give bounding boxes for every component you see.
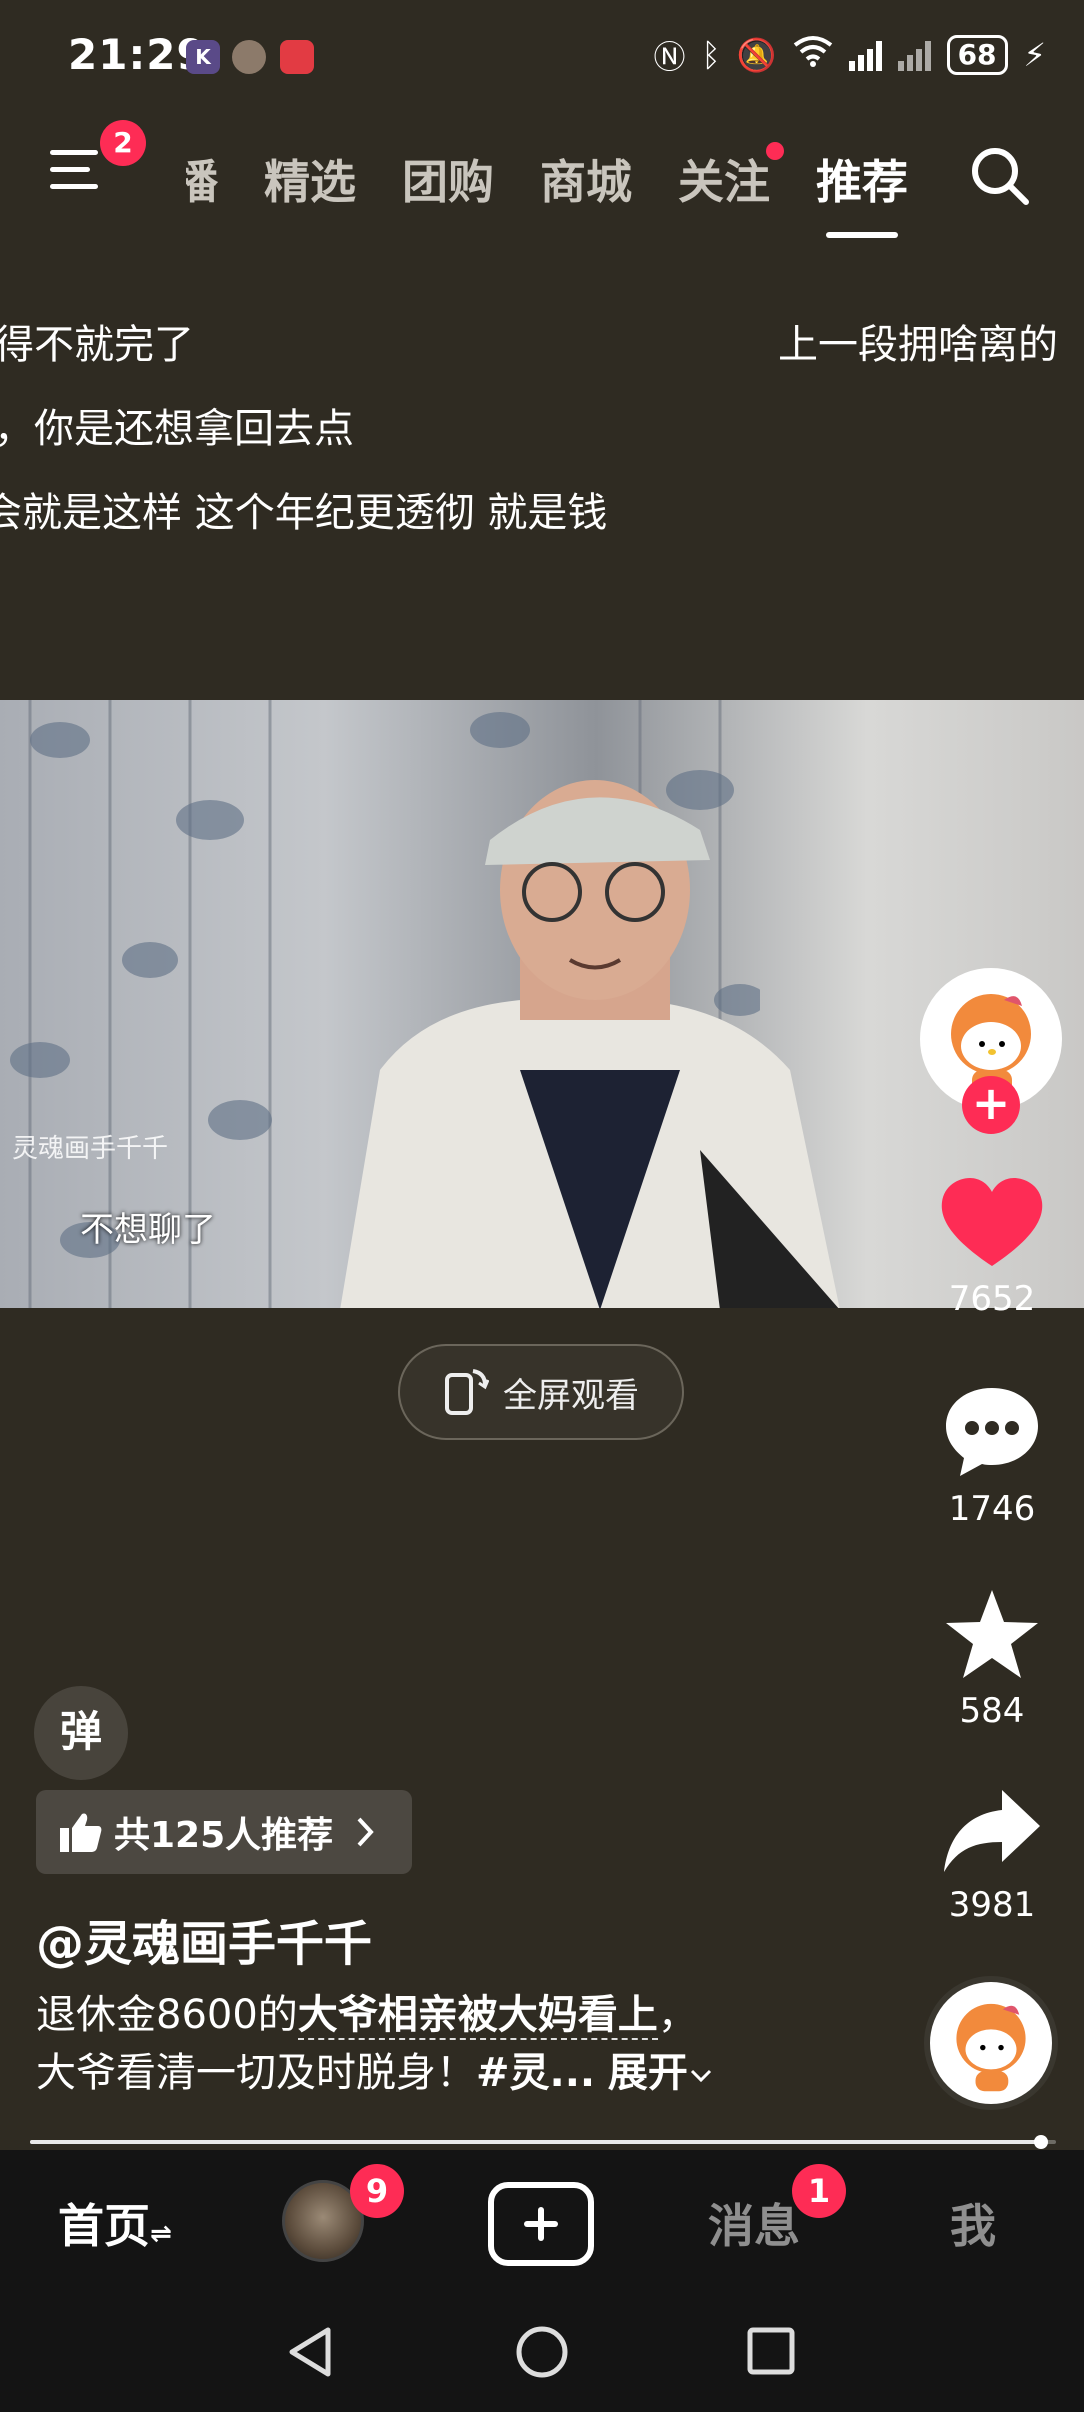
create-post-button[interactable] (488, 2182, 594, 2266)
video-watermark: 灵魂画手千千 (12, 1134, 169, 1164)
top-nav: 2 直播 精选 团购 商城 关注 推荐 (0, 120, 1084, 238)
messages-badge: 1 (792, 2164, 846, 2218)
active-tab-underline (826, 232, 898, 238)
follow-plus-button[interactable]: + (962, 1076, 1020, 1134)
music-disc-avatar (956, 2003, 1026, 2092)
expand-button[interactable]: 展开 (608, 2050, 714, 2096)
comment-icon (946, 1388, 1038, 1476)
like-count: 7652 (948, 1279, 1036, 1319)
danmaku-line: ，你是还想拿回去点 (0, 406, 354, 452)
heart-icon (941, 1178, 1043, 1266)
fullscreen-button[interactable]: 全屏观看 (398, 1344, 684, 1440)
video-progress-bar[interactable] (30, 2135, 1056, 2149)
tab-following[interactable]: 关注 (678, 142, 784, 212)
back-icon[interactable] (284, 2324, 336, 2380)
photo-app-icon (232, 40, 266, 74)
desc-hashtag[interactable]: #灵... (476, 2050, 595, 2096)
author-name[interactable]: @灵魂画手千千 (36, 1904, 372, 1974)
share-button[interactable]: 3981 (922, 1786, 1062, 1925)
video-description[interactable]: 退休金8600的大爷相亲被大妈看上， 大爷看清一切及时脱身！#灵... 展开 (36, 1986, 816, 2102)
danmaku-line: 会就是这样 这个年纪更透彻 就是钱 (0, 490, 608, 536)
swap-icon: ⇌ (150, 2219, 172, 2249)
tab-mall[interactable]: 商城 (540, 146, 632, 212)
system-nav-bar (0, 2290, 1084, 2412)
app-root: 21:29 K Ⓝ ᛒ 🔕 68 ⚡ 2 直播 精选 团购 商城 关注 (0, 0, 1084, 2412)
tab-home[interactable]: 首页⇌ (58, 2190, 172, 2256)
friends-badge: 9 (350, 2164, 404, 2218)
progress-knob[interactable] (1033, 2135, 1048, 2149)
mute-icon: 🔕 (736, 36, 777, 74)
signal-2-icon (897, 39, 931, 71)
tab-group-buy[interactable]: 团购 (402, 146, 494, 212)
charging-icon: ⚡ (1023, 36, 1046, 74)
recommend-label: 共125人推荐 (114, 1815, 334, 1856)
home-circle-icon[interactable] (514, 2324, 570, 2380)
like-button[interactable]: 7652 (922, 1178, 1062, 1319)
desc-prefix: 退休金8600的 (36, 1992, 298, 2038)
nfc-icon: Ⓝ (653, 38, 686, 76)
following-dot (766, 142, 784, 160)
danmaku-toggle-button[interactable]: 弹 (34, 1686, 128, 1780)
music-disc[interactable] (924, 1976, 1058, 2110)
man-figure (340, 780, 840, 1308)
signal-icon (848, 39, 882, 71)
tab-me[interactable]: 我 (950, 2190, 996, 2256)
share-icon (944, 1790, 1040, 1872)
bluetooth-icon: ᛒ (701, 36, 721, 74)
star-icon (946, 1590, 1038, 1678)
nav-tabs: 直播 精选 团购 商城 关注 推荐 (186, 142, 908, 238)
recommend-pill[interactable]: 共125人推荐 (36, 1790, 412, 1874)
video-subtitle: 不想聊了 (80, 1210, 216, 1250)
favorite-button[interactable]: 584 (922, 1586, 1062, 1731)
tab-following-label: 关注 (678, 155, 770, 209)
share-count: 3981 (948, 1885, 1036, 1925)
favorite-count: 584 (959, 1691, 1025, 1731)
rotate-screen-icon (445, 1369, 489, 1415)
bottom-tab-bar: 首页⇌ 9 消息 1 我 (0, 2150, 1084, 2290)
expand-label: 展开 (607, 2050, 688, 2096)
comment-count: 1746 (948, 1489, 1036, 1529)
search-icon[interactable] (968, 144, 1032, 208)
tab-recommend-label: 推荐 (816, 155, 908, 209)
red-app-icon (280, 40, 314, 74)
desc-line2: 大爷看清一切及时脱身！ (36, 2050, 476, 2096)
tab-messages[interactable]: 消息 (708, 2190, 800, 2256)
tab-featured[interactable]: 精选 (264, 146, 356, 212)
progress-fill (30, 2140, 1041, 2144)
tab-recommend[interactable]: 推荐 (816, 146, 908, 238)
k-app-icon: K (186, 40, 220, 74)
status-bar: 21:29 K Ⓝ ᛒ 🔕 68 ⚡ (0, 0, 1084, 110)
chevron-right-icon (357, 1817, 374, 1847)
thumbs-up-icon (60, 1813, 102, 1852)
fullscreen-label: 全屏观看 (503, 1375, 639, 1416)
recents-square-icon[interactable] (746, 2326, 796, 2376)
tab-live[interactable]: 直播 (186, 146, 218, 212)
menu-badge: 2 (100, 120, 146, 166)
menu-icon[interactable] (50, 150, 106, 200)
danmaku-line: 上一段拥啥离的 (778, 322, 1058, 368)
battery-indicator: 68 (946, 35, 1008, 75)
desc-highlight[interactable]: 大爷相亲被大妈看上 (297, 1992, 658, 2040)
status-icons: Ⓝ ᛒ 🔕 68 ⚡ (653, 32, 1046, 78)
chevron-down-icon (690, 2069, 711, 2083)
desc-suffix: ， (657, 1992, 698, 2038)
comment-button[interactable]: 1746 (922, 1384, 1062, 1529)
wifi-icon (793, 35, 833, 75)
danmaku-line: 得不就完了 (0, 322, 194, 368)
tab-home-label: 首页 (58, 2199, 150, 2253)
